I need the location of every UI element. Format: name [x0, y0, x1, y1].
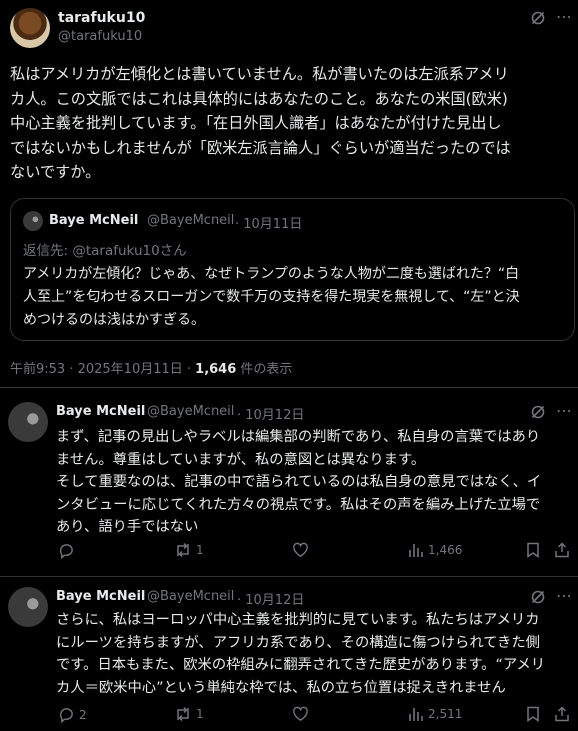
reply-line: です。日本もまた、欧米の枠組みに翻弄されてきた歴史があります。“アメリ — [56, 657, 546, 674]
quote-avatar — [23, 211, 43, 231]
more-icon[interactable]: ⋯ — [556, 588, 572, 604]
reply-icon — [59, 708, 73, 723]
reply-actions: 2 1 2,511 — [54, 706, 574, 726]
view-label: 件の表示 — [236, 362, 293, 377]
tweet-line: ではないかもしれませんが「欧米左派言論人」ぐらいが適当だったのでは — [10, 138, 511, 157]
quote-author-handle: @BayeMcneil — [147, 213, 235, 228]
reply-avatar[interactable] — [8, 402, 48, 442]
repost-icon — [177, 706, 189, 722]
quote-text: アメリカが左傾化？じゃあ、なぜトランプのような人物が二度も選ばれた？“白 人至上… — [23, 263, 571, 332]
reply-date[interactable]: · 10月12日 — [237, 404, 304, 423]
tweet-meta: 午前9:53 · 2025年10月11日 · 1,646 件の表示 — [10, 358, 292, 377]
author-avatar[interactable] — [10, 8, 50, 48]
views-icon — [409, 708, 423, 721]
like-button[interactable] — [292, 706, 313, 722]
reply-line: そして重要なのは、記事の中で語られているのは私自身の意見ではなく、イ — [56, 474, 542, 491]
tweet-line: ないですか。 — [10, 163, 101, 181]
tweet-line: 私はアメリカが左傾化とは書いていません。私が書いたのは左派系アメリ — [10, 65, 509, 83]
grok-icon[interactable] — [530, 10, 546, 26]
views-button[interactable]: 2,511 — [408, 706, 462, 722]
tweet-line: カ人。この文脈ではこれは具体的にはあなたのこと。あなたの米国(欧米) — [10, 89, 508, 108]
quote-date: · 10月11日 — [235, 217, 303, 232]
reply-tweet[interactable]: Baye McNeil @BayeMcneil · 10月12日 ⋯ さらに、私… — [0, 577, 578, 731]
quote-line: 人至上”を匂わせるスローガンで数千万の支持を得た現実を無視して、“左”と決 — [23, 289, 520, 305]
more-icon[interactable]: ⋯ — [556, 403, 572, 419]
views-count: 1,466 — [428, 543, 463, 557]
repost-button[interactable]: 1 — [174, 706, 204, 722]
grok-icon[interactable] — [530, 404, 546, 420]
share-button[interactable] — [554, 542, 570, 558]
main-tweet: tarafuku10 @tarafuku10 ⋯ 私はアメリカが左傾化とは書いて… — [0, 0, 578, 388]
share-button[interactable] — [554, 706, 570, 722]
reply-line: カ人＝欧米中心”という単純な枠では、私の立ち位置は捉えきれません — [56, 679, 506, 696]
reply-text: まず、記事の見出しやラベルは編集部の判断であり、私自身の言葉ではあり ません。尊… — [56, 426, 576, 539]
quote-author-name: Baye McNeil — [49, 213, 139, 228]
author-name[interactable]: tarafuku10 — [58, 10, 145, 26]
repost-count: 1 — [196, 543, 204, 557]
views-button[interactable]: 1,466 — [408, 542, 462, 558]
reply-line: あり、語り手ではない — [56, 519, 199, 536]
repost-count: 1 — [196, 707, 204, 721]
bookmark-button[interactable] — [526, 706, 540, 722]
quote-reply-to: 返信先: @tarafuku10さん — [23, 243, 187, 259]
share-icon — [555, 542, 569, 558]
reply-author-handle[interactable]: @BayeMcneil — [147, 589, 234, 604]
views-icon — [409, 544, 423, 557]
author-handle[interactable]: @tarafuku10 — [58, 29, 142, 44]
quote-line: めつけるのは浅はかすぎる。 — [23, 312, 205, 328]
like-icon — [293, 706, 308, 721]
reply-author-name[interactable]: Baye McNeil — [56, 404, 145, 419]
reply-author-name[interactable]: Baye McNeil — [56, 589, 145, 604]
tweet-line: 中心主義を批判しています。「在日外国人識者」はあなたが付けた見出し — [10, 114, 502, 132]
reply-line: ません。尊重はしていますが、私の意図とは異なります。 — [56, 451, 426, 468]
reply-date[interactable]: · 10月12日 — [237, 589, 304, 608]
reply-button[interactable] — [58, 542, 79, 559]
quoted-tweet[interactable]: Baye McNeil @BayeMcneil · 10月11日 返信先: @t… — [10, 198, 575, 341]
reply-line: さらに、私はヨーロッパ中心主義を批判的に見ています。私たちはアメリカ — [56, 612, 540, 628]
tweet-timestamp[interactable]: 午前9:53 · 2025年10月11日 · — [10, 362, 195, 377]
reply-author-handle[interactable]: @BayeMcneil — [147, 404, 234, 419]
like-button[interactable] — [292, 542, 313, 558]
repost-icon — [177, 542, 189, 558]
reply-count: 2 — [79, 707, 87, 722]
views-count: 2,511 — [428, 707, 463, 721]
bookmark-icon — [527, 706, 539, 722]
bookmark-icon — [527, 542, 539, 558]
share-icon — [555, 706, 569, 722]
repost-button[interactable]: 1 — [174, 542, 204, 558]
reply-line: にルーツを持ちますが、アフリカ系であり、その構造に傷つけられてきた側 — [56, 634, 540, 651]
more-icon[interactable]: ⋯ — [556, 9, 572, 25]
reply-text: さらに、私はヨーロッパ中心主義を批判的に見ています。私たちはアメリカ にルーツを… — [56, 609, 576, 699]
like-icon — [293, 542, 308, 557]
reply-icon — [59, 544, 73, 559]
bookmark-button[interactable] — [526, 542, 540, 558]
reply-tweet[interactable]: Baye McNeil @BayeMcneil · 10月12日 ⋯ まず、記事… — [0, 388, 578, 576]
reply-button[interactable]: 2 — [58, 706, 87, 723]
reply-line: まず、記事の見出しやラベルは編集部の判断であり、私自身の言葉ではあり — [56, 429, 541, 445]
view-count: 1,646 — [195, 362, 237, 377]
reply-line: ンタビューに応じてくれた方々の視点です。私はその声を編み上げた立場で — [56, 496, 541, 513]
quote-line: アメリカが左傾化？じゃあ、なぜトランプのような人物が二度も選ばれた？“白 — [23, 266, 520, 282]
tweet-text: 私はアメリカが左傾化とは書いていません。私が書いたのは左派系アメリ カ人。この文… — [10, 62, 575, 185]
reply-avatar[interactable] — [8, 587, 48, 627]
grok-icon[interactable] — [530, 589, 546, 605]
reply-actions: 1 1,466 — [54, 542, 574, 562]
